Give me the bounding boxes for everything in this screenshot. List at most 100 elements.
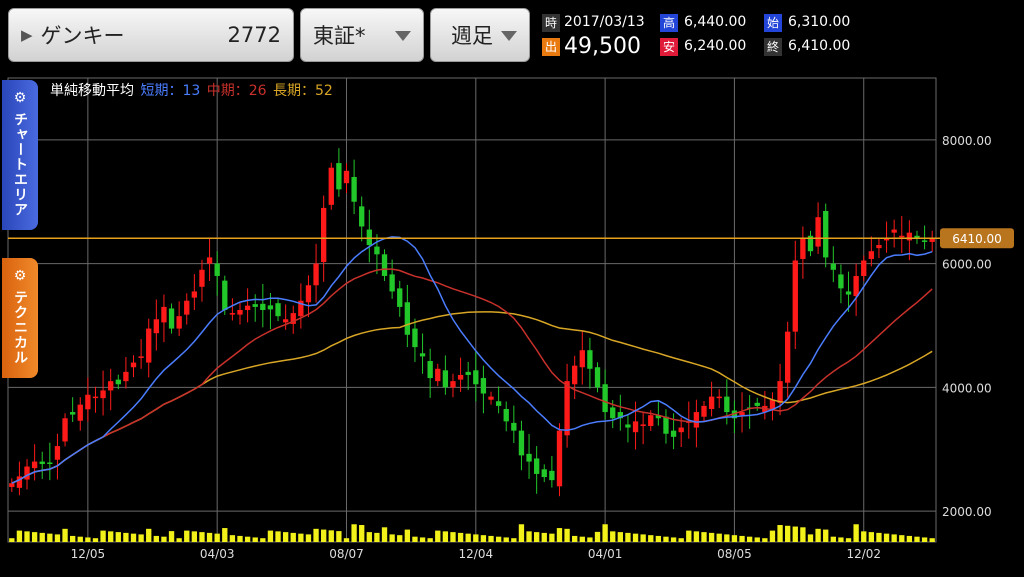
quote-date: 2017/03/13	[564, 14, 645, 30]
candle-body	[663, 416, 669, 434]
candle-body	[435, 368, 441, 382]
volume-bar	[359, 525, 365, 542]
legend-short: 短期：13	[140, 83, 201, 99]
market-dropdown[interactable]: 東証*	[300, 8, 424, 62]
volume-bar	[9, 538, 15, 542]
candle-body	[754, 402, 760, 406]
candle-body	[823, 211, 829, 258]
stock-selector-button[interactable]: ▶ ゲンキー 2772	[8, 8, 294, 62]
candle-body	[899, 235, 905, 238]
candle-body	[351, 176, 357, 202]
tab-chart-area-label: チャートエリア	[12, 112, 28, 217]
candle-body	[176, 316, 182, 329]
x-tick-label: 12/05	[71, 547, 106, 561]
volume-bar	[412, 536, 418, 542]
tab-technical[interactable]: ⚙ テクニカル	[2, 258, 38, 378]
candle-body	[572, 365, 578, 385]
candle-body	[549, 470, 555, 481]
candle-body	[457, 374, 464, 380]
volume-bar	[199, 532, 205, 542]
volume-bar	[39, 532, 45, 542]
volume-bar	[457, 532, 464, 542]
candle-body	[31, 461, 38, 469]
volume-bar	[214, 533, 220, 542]
candle-body	[473, 370, 479, 385]
y-tick-label: 4000.00	[942, 381, 992, 395]
volume-bar	[427, 538, 433, 542]
volume-bar	[298, 533, 304, 542]
volume-bar	[480, 535, 487, 542]
candle-body	[777, 381, 783, 403]
candle-body	[708, 396, 715, 409]
play-icon: ▶	[21, 26, 33, 44]
candle-body	[648, 415, 654, 426]
candle-body	[511, 422, 517, 431]
candle-body	[412, 328, 418, 348]
volume-bar	[397, 535, 403, 542]
volume-bar	[222, 528, 228, 542]
candle-body	[199, 269, 205, 287]
candle-body	[838, 274, 844, 289]
candle-body	[883, 238, 890, 241]
volume-bar	[442, 531, 449, 542]
candle-body	[54, 446, 61, 460]
legend-mid: 中期：26	[206, 83, 267, 99]
volume-bar	[845, 538, 852, 542]
candle-body	[533, 458, 540, 474]
volume-bar	[602, 524, 608, 542]
candle-body	[526, 453, 532, 462]
candle-body	[678, 427, 684, 433]
volume-bar	[807, 534, 814, 542]
volume-bar	[876, 532, 882, 542]
candle-body	[366, 229, 372, 246]
candlestick-chart[interactable]: 8000.00 6000.00 4000.00 2000.00 12/05 04/03 08…	[0, 70, 1024, 577]
low-badge: 安	[660, 38, 678, 56]
volume-bar	[176, 538, 182, 542]
volume-bar	[640, 534, 646, 542]
volume-bar	[336, 531, 342, 542]
candle-body	[275, 303, 281, 317]
candle-body	[359, 206, 365, 227]
volume-bar	[229, 535, 236, 542]
candle-body	[891, 229, 897, 233]
volume-bar	[381, 527, 388, 542]
volume-bar	[47, 533, 53, 542]
volume-bar	[708, 532, 715, 542]
candle-body	[815, 217, 821, 247]
volume-bar	[929, 538, 935, 542]
side-tabs: ⚙ チャートエリア ⚙ テクニカル	[0, 80, 40, 380]
volume-badge: 出	[542, 38, 560, 56]
x-tick-label: 04/03	[200, 547, 235, 561]
volume-bar	[572, 535, 578, 542]
volume-bar	[663, 536, 669, 542]
candle-body	[921, 240, 928, 242]
volume-bar	[785, 525, 791, 542]
current-price-label: 6410.00	[952, 232, 1002, 246]
volume-bar	[92, 538, 99, 542]
volume-bar	[830, 536, 836, 542]
volume-bar	[678, 538, 684, 542]
volume-bar	[594, 531, 601, 542]
candle-body	[343, 170, 350, 184]
candle-body	[191, 291, 198, 298]
candle-body	[123, 371, 129, 382]
tab-chart-area[interactable]: ⚙ チャートエリア	[2, 80, 38, 230]
high-badge: 高	[660, 14, 678, 32]
volume-bar	[861, 531, 867, 542]
tab-technical-label: テクニカル	[12, 290, 28, 365]
candle-body	[701, 405, 707, 417]
volume-bar	[800, 527, 806, 542]
candle-body	[602, 384, 608, 413]
y-tick-label: 2000.00	[942, 505, 992, 519]
volume-bar	[138, 534, 144, 542]
quote-open: 6,310.00	[788, 14, 851, 30]
volume-bar	[366, 532, 372, 542]
volume-bar	[731, 535, 738, 542]
volume-bar	[769, 530, 776, 542]
candle-body	[381, 254, 388, 276]
candle-body	[450, 381, 456, 388]
volume-bar	[153, 535, 159, 542]
volume-bar	[404, 529, 411, 542]
period-dropdown[interactable]: 週足	[430, 8, 530, 62]
volume-bar	[625, 532, 631, 542]
